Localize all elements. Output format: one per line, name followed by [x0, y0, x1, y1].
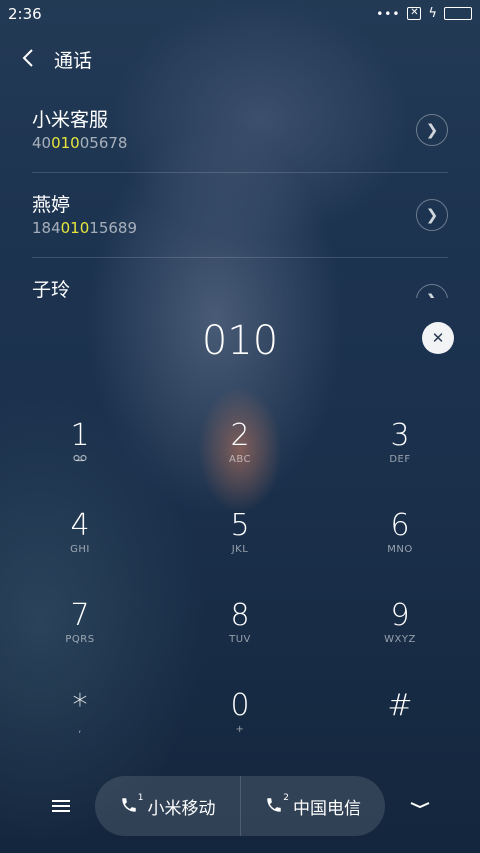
key-letters: ,: [78, 724, 82, 735]
dial-keypad: 1 2 ABC 3 DEF 4 GHI 5 JKL 6 MNO 7 PQRS 8…: [0, 410, 480, 770]
key-9[interactable]: 9 WXYZ: [320, 590, 480, 680]
key-0[interactable]: 0 +: [160, 680, 320, 770]
contact-name: 子玲: [32, 279, 71, 298]
chevron-right-icon[interactable]: ❯: [416, 114, 448, 146]
key-digit: 7: [70, 598, 90, 633]
back-arrow-icon[interactable]: [14, 42, 42, 74]
key-letters: DEF: [389, 454, 411, 465]
key-letters: +: [235, 724, 245, 735]
clear-icon[interactable]: ✕: [422, 322, 454, 354]
status-time: 2:36: [8, 5, 42, 23]
key-letters: JKL: [231, 544, 249, 555]
page-title: 通话: [54, 50, 93, 72]
contact-number: 4001005678: [32, 134, 128, 152]
key-7[interactable]: 7 PQRS: [0, 590, 160, 680]
key-hash[interactable]: #: [320, 680, 480, 770]
key-digit: 6: [390, 508, 410, 543]
number-match-highlight: 010: [51, 134, 80, 152]
key-digit: #: [387, 688, 413, 723]
menu-icon[interactable]: [46, 792, 76, 820]
battery-icon: [444, 7, 472, 20]
key-digit: 9: [390, 598, 410, 633]
chevron-right-icon[interactable]: ❯: [416, 199, 448, 231]
sim1-label: 小米移动: [147, 798, 216, 819]
contact-name: 燕婷: [32, 194, 71, 216]
sim-call-buttons: 1 小米移动 2 中国电信: [95, 776, 385, 836]
key-8[interactable]: 8 TUV: [160, 590, 320, 680]
key-2[interactable]: 2 ABC: [160, 410, 320, 500]
bottom-bar: 1 小米移动 2 中国电信: [0, 776, 480, 836]
status-icons: ••• ✕ ϟ: [376, 6, 472, 21]
key-star[interactable]: * ,: [0, 680, 160, 770]
contact-row[interactable]: 燕婷 18401015689 ❯: [32, 173, 448, 258]
voicemail-icon: [0, 454, 160, 465]
key-letters: GHI: [70, 544, 90, 555]
phone-icon: 1: [120, 793, 144, 816]
key-letters: MNO: [387, 544, 413, 555]
key-digit: 5: [230, 508, 250, 543]
header: 通话: [0, 38, 480, 78]
key-3[interactable]: 3 DEF: [320, 410, 480, 500]
call-sim1-button[interactable]: 1 小米移动: [95, 776, 240, 836]
number-match-highlight: 010: [60, 219, 90, 237]
key-4[interactable]: 4 GHI: [0, 500, 160, 590]
sim-index: 1: [137, 793, 144, 803]
sim-disabled-icon: ✕: [407, 7, 422, 20]
key-digit: 8: [230, 598, 250, 633]
key-digit: 1: [70, 418, 90, 453]
key-1[interactable]: 1: [0, 410, 160, 500]
status-bar: 2:36 ••• ✕ ϟ: [0, 0, 480, 28]
key-digit: 0: [230, 688, 250, 723]
key-letters: ABC: [228, 454, 251, 465]
key-5[interactable]: 5 JKL: [160, 500, 320, 590]
key-letters: PQRS: [65, 634, 95, 645]
contact-row[interactable]: 小米客服 4001005678 ❯: [32, 88, 448, 173]
charging-icon: ϟ: [428, 6, 437, 21]
sim-index: 2: [283, 793, 289, 803]
key-digit: 4: [70, 508, 90, 543]
contact-suggestion-list: 小米客服 4001005678 ❯ 燕婷 18401015689 ❯ 子玲 ❯: [32, 88, 448, 298]
key-letters: WXYZ: [384, 634, 416, 645]
key-digit: 3: [390, 418, 410, 453]
sim2-label: 中国电信: [293, 798, 361, 819]
call-sim2-button[interactable]: 2 中国电信: [240, 776, 385, 836]
collapse-keypad-icon[interactable]: [406, 790, 434, 820]
key-6[interactable]: 6 MNO: [320, 500, 480, 590]
contact-row[interactable]: 子玲 ❯: [32, 258, 448, 298]
key-digit: 2: [230, 418, 250, 453]
phone-icon: 2: [265, 793, 289, 816]
contact-number: 18401015689: [32, 219, 137, 237]
chevron-right-icon[interactable]: ❯: [416, 284, 448, 298]
dialed-number: 010: [201, 318, 279, 364]
more-dots-icon: •••: [376, 6, 401, 21]
key-letters: TUV: [229, 634, 251, 645]
contact-name: 小米客服: [32, 109, 109, 131]
key-digit: *: [72, 688, 88, 723]
